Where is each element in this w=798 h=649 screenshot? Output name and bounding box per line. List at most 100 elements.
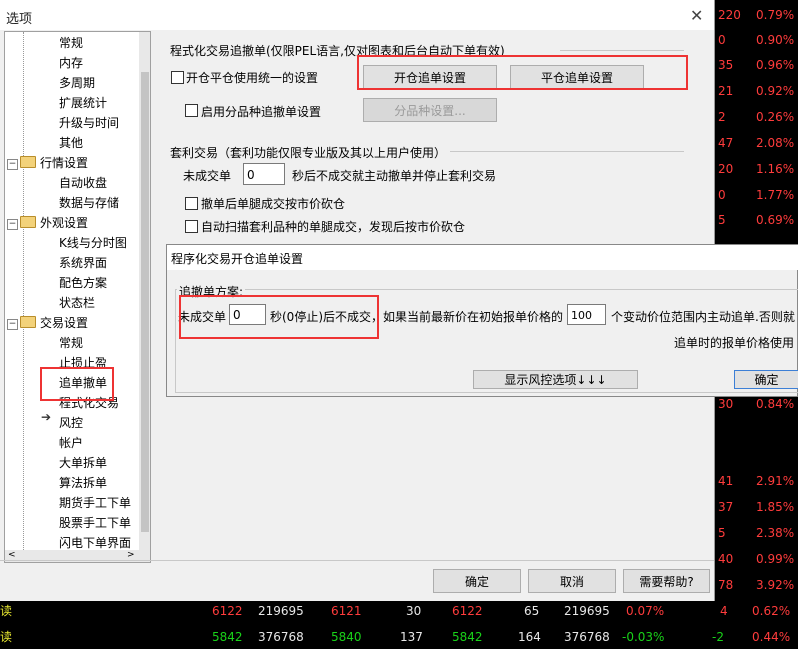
help-button[interactable]: 需要帮助? — [623, 569, 710, 593]
options-tree[interactable]: 常规 内存 多周期 扩展统计 升级与时间 其他 − 行情设置 自动收盘 数据与存储 − 外观设置 K线与… — [4, 31, 151, 563]
tree-item[interactable]: 升级与时间 — [59, 114, 119, 132]
scroll-thumb[interactable] — [141, 72, 149, 532]
quote-pct: 3.92% — [756, 578, 795, 592]
quote-cell: 0.62% — [752, 604, 791, 618]
tree-item-label: 升级与时间 — [59, 116, 120, 130]
ok-button[interactable]: 确定 — [433, 569, 521, 593]
tree-item[interactable]: 配色方案 — [59, 274, 107, 292]
tree-item-label: 数据与存储 — [59, 196, 120, 210]
dialog-seconds-input[interactable]: 0 — [229, 304, 266, 325]
tree-item[interactable]: 期货手工下单 — [59, 494, 131, 512]
tree-item-label: 风控 — [59, 416, 84, 430]
tree-item[interactable]: 多周期 — [59, 74, 95, 92]
unfilled-suffix: 秒后不成交就主动撤单并停止套利交易 — [292, 169, 497, 183]
tree-item[interactable]: 常规 — [59, 34, 83, 52]
open-chase-settings-button[interactable]: 开仓追单设置 — [363, 65, 497, 89]
quote-cell: 376768 — [564, 630, 610, 644]
close-icon[interactable]: ✕ — [690, 6, 703, 25]
tree-vertical-scrollbar[interactable] — [139, 32, 150, 562]
tree-item[interactable]: 常规 — [59, 334, 83, 352]
tree-item[interactable]: 股票手工下单 — [59, 514, 131, 532]
dialog-line2: 追单时的报单价格使用 — [674, 336, 795, 350]
quote-left-value: 20 — [718, 162, 734, 176]
tree-item-label: 内存 — [59, 56, 84, 70]
tree-item-label: 系统界面 — [59, 256, 108, 270]
open-chase-settings-dialog: 程序化交易开仓追单设置 追撤单方案: 未成交单 0 秒(0停止)后不成交，如果当… — [166, 244, 798, 397]
quote-pct: 0.99% — [756, 552, 795, 566]
variety-settings-label: 启用分品种追撤单设置 — [201, 105, 322, 119]
auto-scan-checkbox[interactable] — [185, 220, 198, 233]
tree-item[interactable]: 风控 — [59, 414, 83, 432]
variety-settings-button[interactable]: 分品种设置... — [363, 98, 497, 122]
tree-item[interactable]: 自动收盘 — [59, 174, 107, 192]
quote-left-value: 78 — [718, 578, 734, 592]
tree-item[interactable]: 程式化交易 — [59, 394, 119, 412]
tree-item-label: K线与分时图 — [59, 236, 127, 250]
tree-item-label: 多周期 — [59, 76, 96, 90]
tree-item[interactable]: − 外观设置 — [7, 214, 88, 232]
tree-item-label: 算法拆单 — [59, 476, 108, 490]
tree-item-label: 行情设置 — [40, 156, 89, 170]
tree-item-label: 自动收盘 — [59, 176, 108, 190]
quote-cell: -0.03% — [622, 630, 665, 644]
quote-cell: 6121 — [331, 604, 362, 618]
quote-cell: 6122 — [212, 604, 243, 618]
scroll-right-icon[interactable]: > — [127, 550, 135, 560]
tree-item-label: 外观设置 — [40, 216, 89, 230]
quote-left-value: 0 — [718, 188, 726, 202]
quote-cell: 5842 — [212, 630, 243, 644]
cancel-leg-checkbox[interactable] — [185, 197, 198, 210]
quote-left-value: 21 — [718, 84, 734, 98]
cancel-button[interactable]: 取消 — [528, 569, 616, 593]
variety-settings-checkbox[interactable] — [185, 104, 198, 117]
unified-settings-checkbox[interactable] — [171, 71, 184, 84]
quote-pct: 1.77% — [756, 188, 795, 202]
quote-pct: 2.08% — [756, 136, 795, 150]
scroll-left-icon[interactable]: < — [8, 550, 16, 560]
collapse-icon[interactable]: − — [7, 159, 18, 170]
tree-item[interactable]: 其他 — [59, 134, 83, 152]
close-chase-settings-button[interactable]: 平仓追单设置 — [510, 65, 644, 89]
tree-item[interactable]: K线与分时图 — [59, 234, 127, 252]
tree-item[interactable]: 止损止盈 — [59, 354, 107, 372]
dialog-ok-button[interactable]: 确定 — [734, 370, 798, 389]
tree-item[interactable]: 追单撤单 — [59, 374, 107, 392]
tree-item[interactable]: 数据与存储 — [59, 194, 119, 212]
unfilled-seconds-input[interactable]: 0 — [243, 163, 285, 185]
dialog-ticks-suffix: 个变动价位范围内主动追单.否则就 — [611, 310, 795, 324]
tree-item[interactable]: 状态栏 — [59, 294, 95, 312]
dialog-title: 程序化交易开仓追单设置 — [171, 252, 304, 266]
collapse-icon[interactable]: − — [7, 319, 18, 330]
tree-item[interactable]: 大单拆单 — [59, 454, 107, 472]
tree-item[interactable]: − 交易设置 — [7, 314, 88, 332]
tree-item[interactable]: 帐户 — [59, 434, 83, 452]
quote-left-value: 220 — [718, 8, 741, 22]
collapse-icon[interactable]: − — [7, 219, 18, 230]
tree-item-label: 闪电下单界面 — [59, 536, 132, 550]
title-bar: 选项 ✕ — [0, 0, 714, 30]
tree-item-label: 大单拆单 — [59, 456, 108, 470]
tree-item[interactable]: 系统界面 — [59, 254, 107, 272]
show-risk-options-button[interactable]: 显示风控选项↓↓↓ — [473, 370, 638, 389]
quote-pct: 0.96% — [756, 58, 795, 72]
unfilled-label: 未成交单 — [183, 169, 232, 183]
tree-item[interactable]: − 行情设置 — [7, 154, 88, 172]
quote-left-value: 5 — [718, 526, 726, 540]
quote-pct: 0.69% — [756, 213, 795, 227]
quote-pct: 0.79% — [756, 8, 795, 22]
tree-item[interactable]: 内存 — [59, 54, 83, 72]
dialog-ticks-input[interactable]: 100 — [567, 304, 606, 325]
tree-item[interactable]: 算法拆单 — [59, 474, 107, 492]
tree-item[interactable]: 扩展统计 — [59, 94, 107, 112]
quote-left-value: 35 — [718, 58, 734, 72]
quote-cell: 0.44% — [752, 630, 791, 644]
quote-name: 读 — [0, 630, 13, 644]
quote-cell: 5840 — [331, 630, 362, 644]
quote-cell: 137 — [400, 630, 423, 644]
separator — [0, 560, 714, 561]
quote-cell: 65 — [524, 604, 540, 618]
tree-item-label: 期货手工下单 — [59, 496, 132, 510]
window-title: 选项 — [6, 12, 33, 27]
quote-pct: 2.91% — [756, 474, 795, 488]
selected-arrow-icon: ➔ — [41, 410, 52, 424]
